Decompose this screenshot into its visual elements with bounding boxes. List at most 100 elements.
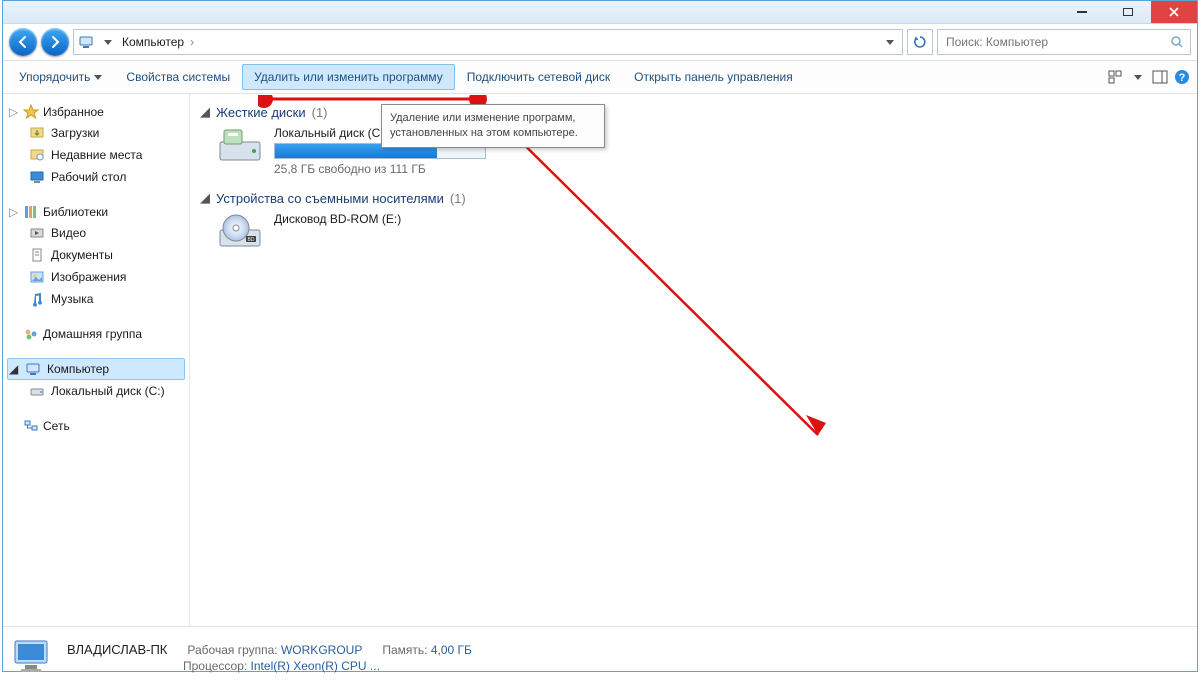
star-icon bbox=[23, 104, 39, 120]
details-text: ВЛАДИСЛАВ-ПК Рабочая группа: WORKGROUP П… bbox=[67, 642, 472, 673]
breadcrumb-arrow-icon[interactable]: › bbox=[190, 35, 194, 49]
svg-text:?: ? bbox=[1179, 72, 1186, 84]
sidebar-item-recent[interactable]: Недавние места bbox=[7, 144, 185, 166]
search-icon bbox=[1170, 35, 1184, 49]
sidebar-item-music[interactable]: Музыка bbox=[7, 288, 185, 310]
downloads-icon bbox=[29, 125, 45, 141]
homegroup-label: Домашняя группа bbox=[43, 327, 142, 341]
organize-menu[interactable]: Упорядочить bbox=[7, 64, 114, 90]
sidebar-item-downloads[interactable]: Загрузки bbox=[7, 122, 185, 144]
sidebar-item-label: Недавние места bbox=[51, 148, 142, 162]
caret-icon: ▷ bbox=[9, 205, 19, 219]
sidebar-item-desktop[interactable]: Рабочий стол bbox=[7, 166, 185, 188]
computer-label: Компьютер bbox=[47, 362, 109, 376]
open-control-panel-button[interactable]: Открыть панель управления bbox=[622, 64, 805, 90]
drive-free-space: 25,8 ГБ свободно из 111 ГБ bbox=[274, 162, 486, 176]
back-button[interactable] bbox=[9, 28, 37, 56]
desktop-icon bbox=[29, 169, 45, 185]
libraries-header[interactable]: ▷ Библиотеки bbox=[7, 202, 185, 222]
pc-name: ВЛАДИСЛАВ-ПК bbox=[67, 642, 167, 657]
preview-pane-button[interactable] bbox=[1149, 66, 1171, 88]
address-history-dropdown[interactable] bbox=[882, 40, 898, 45]
sidebar-item-label: Изображения bbox=[51, 270, 126, 284]
video-icon bbox=[29, 225, 45, 241]
chevron-down-icon bbox=[94, 75, 102, 80]
group-title: Жесткие диски bbox=[216, 105, 306, 120]
search-input[interactable] bbox=[944, 34, 1164, 50]
collapse-icon[interactable]: ◢ bbox=[200, 104, 210, 120]
optical-drive-icon: BD bbox=[216, 212, 264, 252]
tooltip: Удаление или изменение программ, установ… bbox=[381, 104, 605, 148]
maximize-button[interactable] bbox=[1105, 1, 1151, 23]
navigation-pane: ▷ Избранное Загрузки Недавние места Ра bbox=[3, 94, 190, 626]
homegroup-header[interactable]: ▷ Домашняя группа bbox=[7, 324, 185, 344]
computer-icon bbox=[78, 34, 94, 50]
hard-drive-icon bbox=[216, 126, 264, 166]
local-disk-item[interactable]: Локальный диск (C:) 25,8 ГБ свободно из … bbox=[216, 126, 1187, 176]
sidebar-item-local-disk[interactable]: Локальный диск (C:) bbox=[7, 380, 185, 402]
toolbar: Упорядочить Свойства системы Удалить или… bbox=[3, 61, 1197, 94]
computer-icon bbox=[25, 361, 41, 377]
caret-icon: ▷ bbox=[9, 105, 19, 119]
system-properties-button[interactable]: Свойства системы bbox=[114, 64, 242, 90]
sidebar-item-video[interactable]: Видео bbox=[7, 222, 185, 244]
music-icon bbox=[29, 291, 45, 307]
drive-icon bbox=[29, 383, 45, 399]
view-options-dropdown[interactable] bbox=[1127, 66, 1149, 88]
minimize-button[interactable] bbox=[1059, 1, 1105, 23]
recent-icon bbox=[29, 147, 45, 163]
group-count: (1) bbox=[450, 191, 466, 206]
titlebar bbox=[3, 1, 1197, 24]
homegroup-icon bbox=[23, 326, 39, 342]
sidebar-item-label: Рабочий стол bbox=[51, 170, 126, 184]
network-icon bbox=[23, 418, 39, 434]
refresh-button[interactable] bbox=[907, 29, 933, 55]
forward-button[interactable] bbox=[41, 28, 69, 56]
breadcrumb[interactable]: Компьютер bbox=[122, 35, 184, 49]
help-button[interactable]: ? bbox=[1171, 66, 1193, 88]
explorer-window: Компьютер › Упорядочить Свойства системы… bbox=[2, 0, 1198, 672]
view-options-button[interactable] bbox=[1105, 66, 1127, 88]
memory-value: 4,00 ГБ bbox=[431, 643, 472, 657]
content-pane: ◢ Жесткие диски (1) Локальный диск (C:) … bbox=[190, 94, 1197, 626]
sidebar-item-label: Загрузки bbox=[51, 126, 99, 140]
memory-label: Память: bbox=[382, 643, 427, 657]
caret-icon: ◢ bbox=[9, 362, 19, 376]
bdrom-drive-item[interactable]: BD Дисковод BD-ROM (E:) bbox=[216, 212, 1187, 252]
libraries-icon bbox=[23, 204, 39, 220]
svg-text:BD: BD bbox=[248, 237, 255, 243]
group-title: Устройства со съемными носителями bbox=[216, 191, 444, 206]
network-label: Сеть bbox=[43, 419, 70, 433]
uninstall-program-button[interactable]: Удалить или изменить программу bbox=[242, 64, 455, 90]
close-button[interactable] bbox=[1151, 1, 1197, 23]
workgroup-label: Рабочая группа: bbox=[187, 643, 277, 657]
computer-large-icon bbox=[11, 637, 55, 677]
drive-name: Дисковод BD-ROM (E:) bbox=[274, 212, 401, 226]
hdd-group-header[interactable]: ◢ Жесткие диски (1) bbox=[200, 104, 1187, 120]
cpu-value: Intel(R) Xeon(R) CPU ... bbox=[251, 659, 380, 673]
favorites-header[interactable]: ▷ Избранное bbox=[7, 102, 185, 122]
organize-label: Упорядочить bbox=[19, 70, 90, 84]
details-pane: ВЛАДИСЛАВ-ПК Рабочая группа: WORKGROUP П… bbox=[3, 626, 1197, 687]
sidebar-item-documents[interactable]: Документы bbox=[7, 244, 185, 266]
network-header[interactable]: ▷ Сеть bbox=[7, 416, 185, 436]
removable-group-header[interactable]: ◢ Устройства со съемными носителями (1) bbox=[200, 190, 1187, 206]
search-box[interactable] bbox=[937, 29, 1191, 55]
group-count: (1) bbox=[312, 105, 328, 120]
sidebar-item-pictures[interactable]: Изображения bbox=[7, 266, 185, 288]
address-dropdown[interactable] bbox=[100, 40, 116, 45]
collapse-icon[interactable]: ◢ bbox=[200, 190, 210, 206]
cpu-label: Процессор: bbox=[183, 659, 247, 673]
sidebar-item-label: Видео bbox=[51, 226, 86, 240]
documents-icon bbox=[29, 247, 45, 263]
sidebar-item-label: Локальный диск (C:) bbox=[51, 384, 165, 398]
sidebar-item-label: Музыка bbox=[51, 292, 93, 306]
libraries-label: Библиотеки bbox=[43, 205, 108, 219]
address-bar[interactable]: Компьютер › bbox=[73, 29, 903, 55]
favorites-label: Избранное bbox=[43, 105, 104, 119]
navbar: Компьютер › bbox=[3, 24, 1197, 61]
computer-header[interactable]: ◢ Компьютер bbox=[7, 358, 185, 380]
workgroup-value: WORKGROUP bbox=[281, 643, 362, 657]
map-network-drive-button[interactable]: Подключить сетевой диск bbox=[455, 64, 622, 90]
sidebar-item-label: Документы bbox=[51, 248, 113, 262]
